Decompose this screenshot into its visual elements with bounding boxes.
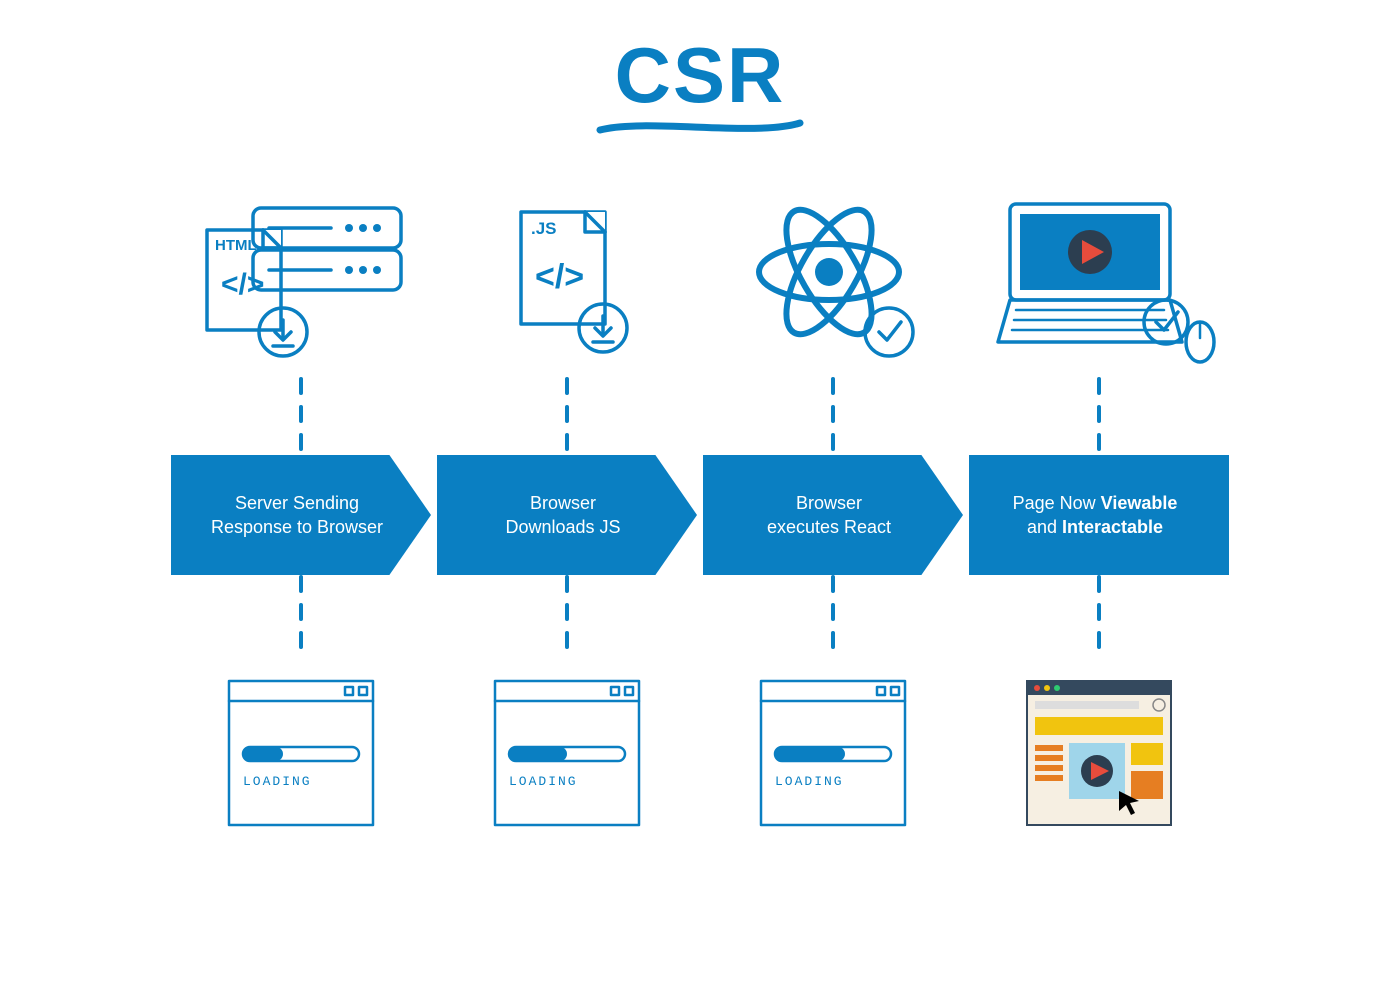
stage-1-label: Server SendingResponse to Browser xyxy=(211,491,383,540)
connector-top xyxy=(969,377,1229,455)
diagram-title: CSR xyxy=(615,30,786,121)
connector-bottom xyxy=(969,575,1229,653)
svg-text:</>: </> xyxy=(221,268,264,301)
connector-bottom xyxy=(703,575,963,653)
stage-2: .JS </> BrowserDownloads JS xyxy=(437,187,697,853)
stage-2-label: BrowserDownloads JS xyxy=(505,491,620,540)
server-html-icon: HTML </> xyxy=(171,187,431,377)
stage-4: Page Now Viewableand Interactable xyxy=(969,187,1229,853)
connector-bottom xyxy=(437,575,697,653)
loading-window-icon: LOADING xyxy=(437,653,697,853)
js-file-icon: .JS </> xyxy=(437,187,697,377)
stage-4-label-box: Page Now Viewableand Interactable xyxy=(969,455,1229,575)
svg-text:HTML: HTML xyxy=(215,237,257,254)
connector-top xyxy=(437,377,697,455)
connector-bottom xyxy=(171,575,431,653)
stage-1-label-box: Server SendingResponse to Browser xyxy=(171,455,431,575)
connector-top xyxy=(171,377,431,455)
loading-window-icon: LOADING xyxy=(171,653,431,853)
stage-3-label-box: Browserexecutes React xyxy=(703,455,963,575)
svg-text:LOADING: LOADING xyxy=(509,774,578,789)
stage-2-label-box: BrowserDownloads JS xyxy=(437,455,697,575)
loading-window-icon: LOADING xyxy=(703,653,963,853)
react-icon xyxy=(703,187,963,377)
diagram-title-block: CSR xyxy=(0,0,1400,137)
svg-text:</>: </> xyxy=(535,258,584,296)
svg-text:LOADING: LOADING xyxy=(243,774,312,789)
stages-row: HTML </> Server SendingResponse to Brows… xyxy=(0,187,1400,853)
svg-text:LOADING: LOADING xyxy=(775,774,844,789)
stage-4-label: Page Now Viewableand Interactable xyxy=(1013,491,1178,540)
svg-text:.JS: .JS xyxy=(531,219,557,238)
stage-1: HTML </> Server SendingResponse to Brows… xyxy=(171,187,431,853)
stage-3-label: Browserexecutes React xyxy=(767,491,891,540)
connector-top xyxy=(703,377,963,455)
laptop-ready-icon xyxy=(969,187,1229,377)
stage-3: Browserexecutes React LOADING xyxy=(703,187,963,853)
rendered-page-icon xyxy=(969,653,1229,853)
